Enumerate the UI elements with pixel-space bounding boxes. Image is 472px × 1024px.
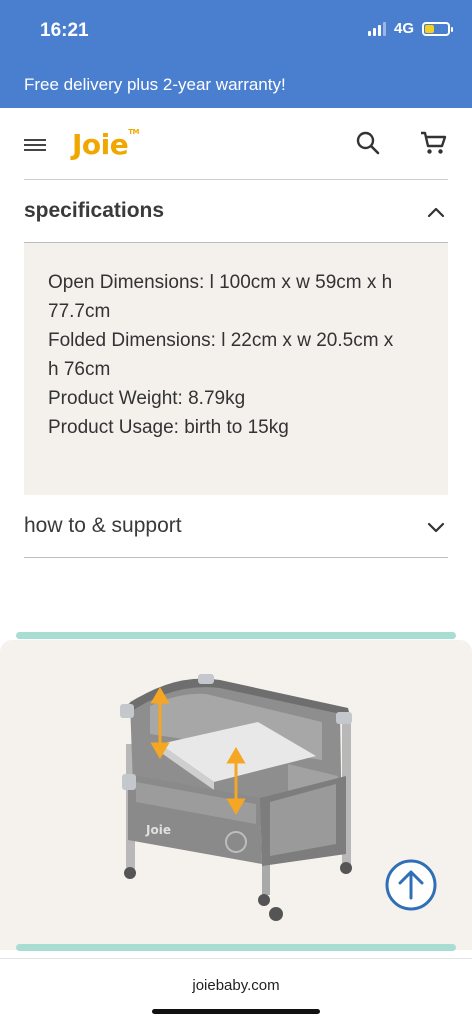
accent-bar — [16, 944, 456, 951]
status-indicators: 4G — [367, 20, 453, 37]
network-label: 4G — [393, 20, 414, 37]
logo-text: Joie — [72, 128, 129, 161]
chevron-down-icon[interactable] — [426, 517, 446, 537]
browser-address-bar[interactable]: joiebaby.com — [0, 958, 472, 1024]
specifications-heading[interactable]: specifications — [24, 199, 164, 223]
accent-bar — [16, 632, 456, 639]
signal-icon — [367, 21, 386, 36]
battery-level — [425, 24, 434, 33]
menu-icon[interactable] — [24, 139, 46, 151]
specifications-panel: Open Dimensions: l 100cm x w 59cm x h 77… — [24, 243, 448, 495]
chevron-up-icon[interactable] — [426, 202, 446, 222]
url-text[interactable]: joiebaby.com — [0, 977, 472, 994]
spec-line: Open Dimensions: l 100cm x w 59cm x h — [48, 272, 393, 293]
divider — [24, 557, 448, 558]
back-to-top-button[interactable] — [384, 858, 438, 912]
logo-trademark: TM — [128, 128, 139, 136]
battery-icon — [422, 21, 453, 36]
search-icon[interactable] — [355, 130, 381, 156]
page: 16:21 4G Free delivery plus 2-year warra… — [0, 0, 472, 1024]
status-time: 16:21 — [40, 20, 89, 41]
spec-line: 77.7cm — [48, 301, 111, 322]
crib-logo: Joie — [145, 823, 171, 837]
brand-logo[interactable]: JoieTM — [72, 128, 139, 161]
spec-line: Product Usage: birth to 15kg — [48, 417, 289, 438]
divider — [24, 179, 448, 180]
home-indicator[interactable] — [152, 1009, 320, 1014]
bedside-crib-image: Joie — [120, 674, 352, 921]
spec-line: Product Weight: 8.79kg — [48, 388, 246, 409]
spec-line: Folded Dimensions: l 22cm x w 20.5cm x — [48, 330, 394, 351]
status-bar: 16:21 4G — [0, 0, 472, 62]
spec-line: h 76cm — [48, 359, 111, 380]
support-heading[interactable]: how to & support — [24, 514, 182, 538]
promo-banner[interactable]: Free delivery plus 2-year warranty! — [0, 62, 472, 108]
cart-icon[interactable] — [419, 130, 447, 156]
site-header: JoieTM — [0, 108, 472, 178]
